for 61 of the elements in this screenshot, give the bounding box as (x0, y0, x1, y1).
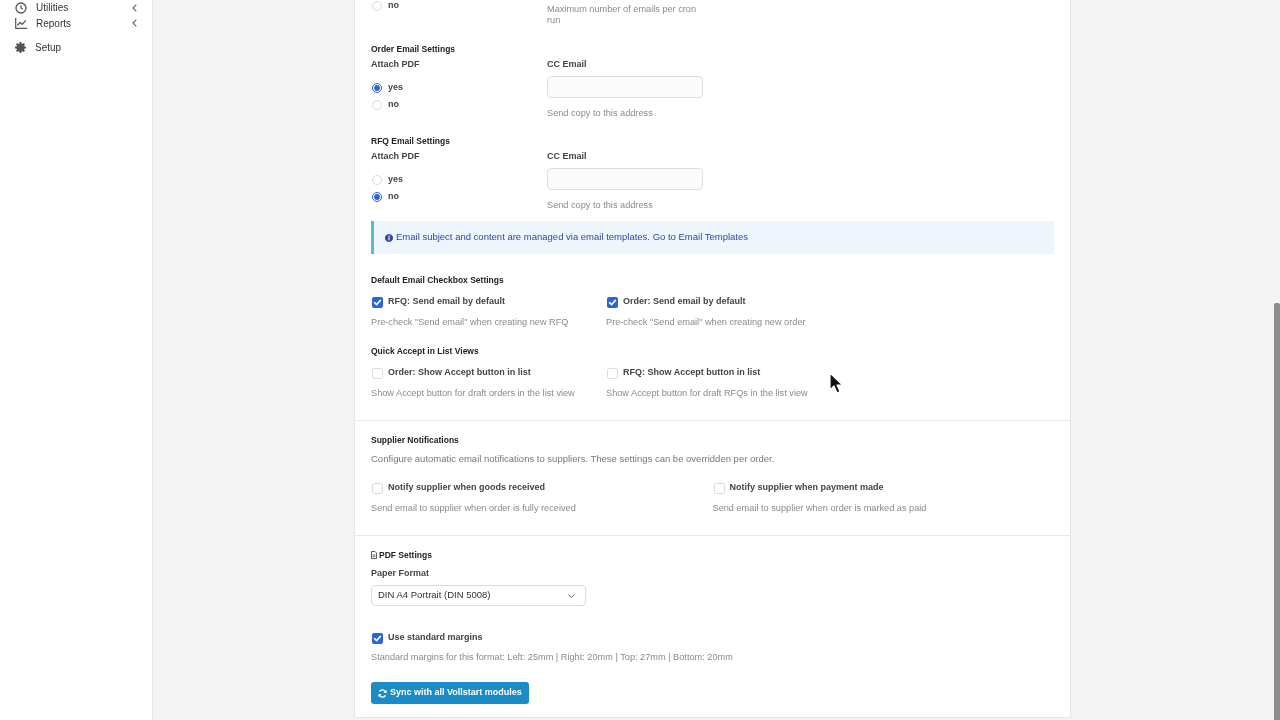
radio-label: yes (388, 80, 404, 94)
sidebar-item[interactable]: Utilities (0, 0, 152, 15)
paper-format-select[interactable]: DIN A4 Portrait (DIN 5008) (371, 585, 586, 606)
sidebar-item[interactable]: Reports (0, 15, 152, 31)
section-heading: Default Email Checkbox Settings (371, 274, 505, 286)
radio-button[interactable] (372, 82, 382, 93)
checkbox-label: Order: Send email by default (623, 295, 746, 309)
checkbox[interactable] (713, 482, 725, 494)
checkbox-label: Notify supplier when payment made (729, 481, 884, 495)
help-text: Send email to supplier when order is fully received (371, 502, 577, 514)
sidebar-item[interactable]: Setup (0, 39, 152, 55)
section-heading: PDF Settings (379, 549, 432, 561)
checkbox[interactable] (372, 296, 383, 308)
field-label: Paper Format (371, 567, 431, 579)
checkbox-label: Use standard margins (388, 631, 483, 645)
clock-icon (15, 1, 27, 14)
checkbox[interactable] (372, 632, 383, 644)
checkbox[interactable] (607, 296, 618, 308)
sync-button[interactable]: Sync with all Vollstart modules (371, 682, 529, 704)
radio-button[interactable] (372, 191, 382, 202)
scrollbar-thumb[interactable] (1274, 303, 1280, 720)
line-chart-icon (15, 17, 27, 29)
alert-text: Email subject and content are managed via email templates. Go to Email Templates (396, 230, 749, 245)
checkbox-label: RFQ: Show Accept button in list (623, 366, 761, 380)
help-text: Standard margins for this format: Left: 25mm | Right: 20mm | Top: 27mm | Bottom: 20mm (371, 651, 734, 663)
checkbox-label: RFQ: Send email by default (388, 295, 506, 309)
checkbox[interactable] (607, 367, 618, 379)
mouse-pointer-icon (829, 372, 844, 394)
section-heading: Quick Accept in List Views (371, 345, 480, 357)
field-label: CC Email (547, 58, 588, 70)
checkbox-label: Notify supplier when goods received (388, 481, 546, 495)
chevron-down-icon (568, 593, 575, 598)
help-text: Pre-check "Send email" when creating new RFQ (371, 316, 570, 328)
section-heading: RFQ Email Settings (371, 135, 451, 147)
help-text: Send copy to this address (547, 108, 654, 119)
cc-email-field[interactable] (547, 76, 703, 98)
field-label: Attach PDF (371, 58, 421, 70)
help-text: Send copy to this address (547, 200, 654, 211)
help-text: Pre-check "Send email" when creating new order (606, 316, 807, 328)
section-heading: Order Email Settings (371, 43, 457, 55)
gear-icon (15, 41, 26, 53)
radio-label: no (388, 97, 399, 111)
section-description: Configure automatic email notifications to suppliers. These settings can be overridden per order. (371, 452, 776, 464)
help-text: Show Accept button for draft orders in the list view (371, 387, 576, 399)
checkbox[interactable] (372, 482, 383, 494)
email-templates-link[interactable]: Go to Email Templates (652, 231, 749, 243)
field-label: CC Email (547, 150, 588, 162)
field-label: Attach PDF (371, 150, 421, 162)
radio-label: no (388, 0, 399, 13)
info-icon (385, 233, 393, 242)
cc-email-field[interactable] (547, 168, 703, 190)
radio-label: no (388, 189, 399, 203)
help-text: Show Accept button for draft RFQs in the list view (606, 387, 809, 399)
help-text: Send email to supplier when order is marked as paid (712, 502, 928, 514)
section-heading: Supplier Notifications (371, 434, 460, 446)
help-text: Maximum number of emails per cron run (547, 3, 698, 26)
radio-label: yes (388, 172, 404, 186)
checkbox[interactable] (372, 367, 383, 379)
checkbox-label: Order: Show Accept button in list (388, 366, 531, 380)
document-icon (371, 551, 377, 559)
sync-icon (378, 688, 387, 698)
